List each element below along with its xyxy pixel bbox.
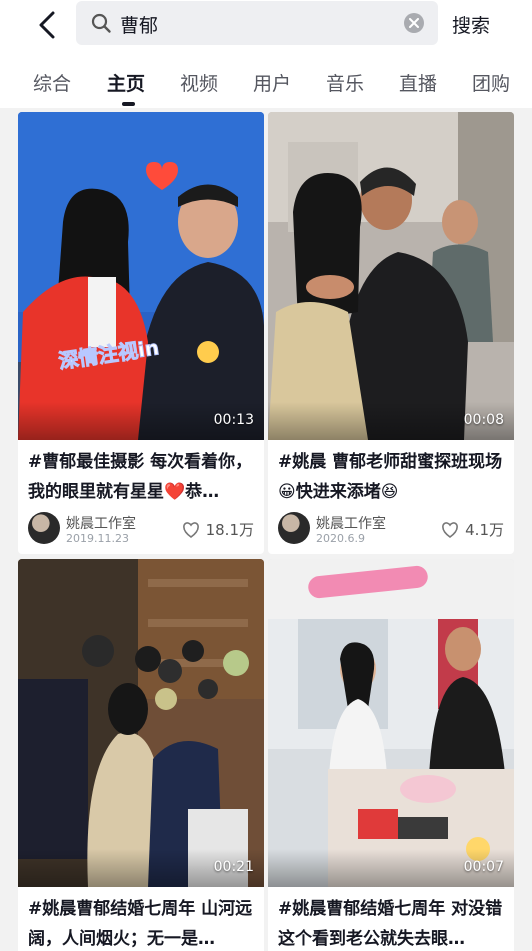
post-date: 2020.6.9 bbox=[316, 532, 365, 545]
video-card[interactable]: 00:21 #姚晨曹郁结婚七周年 山河远阔，人间烟火；无一是… bbox=[18, 559, 264, 951]
heart-icon bbox=[182, 521, 200, 538]
top-bar: 曹郁 搜索 bbox=[0, 0, 532, 50]
search-input[interactable]: 曹郁 bbox=[76, 1, 438, 45]
avatar[interactable] bbox=[278, 512, 310, 544]
video-card[interactable]: 00:08 #姚晨 曹郁老师甜蜜探班现场😀快进来添堵😆 姚晨工作室 2020.6… bbox=[268, 112, 514, 554]
tab-live[interactable]: 直播 bbox=[399, 69, 437, 96]
video-duration: 00:07 bbox=[463, 859, 504, 875]
tab-homepage[interactable]: 主页 bbox=[107, 69, 145, 96]
back-button[interactable] bbox=[30, 8, 64, 42]
author-name[interactable]: 姚晨工作室 bbox=[316, 513, 386, 533]
video-title[interactable]: #姚晨曹郁结婚七周年 对没错这个看到老公就失去眼… bbox=[278, 894, 508, 951]
video-title[interactable]: #姚晨 曹郁老师甜蜜探班现场😀快进来添堵😆 bbox=[278, 447, 508, 507]
active-tab-indicator bbox=[122, 102, 135, 106]
post-date: 2019.11.23 bbox=[66, 532, 129, 545]
video-title[interactable]: #姚晨曹郁结婚七周年 山河远阔，人间烟火；无一是… bbox=[28, 894, 258, 951]
tab-comprehensive[interactable]: 综合 bbox=[33, 69, 71, 96]
search-icon bbox=[91, 13, 111, 33]
author-name[interactable]: 姚晨工作室 bbox=[66, 513, 136, 533]
chevron-left-icon bbox=[39, 11, 55, 39]
like-count-value: 4.1万 bbox=[465, 521, 504, 539]
video-duration: 00:21 bbox=[213, 859, 254, 875]
like-count-value: 18.1万 bbox=[205, 521, 254, 539]
like-count[interactable]: 4.1万 bbox=[441, 519, 504, 540]
tab-video[interactable]: 视频 bbox=[180, 69, 218, 96]
avatar[interactable] bbox=[28, 512, 60, 544]
video-thumbnail[interactable]: 00:21 bbox=[18, 559, 264, 887]
video-duration: 00:13 bbox=[213, 412, 254, 428]
like-count[interactable]: 18.1万 bbox=[182, 519, 254, 540]
tab-group-buy[interactable]: 团购 bbox=[472, 69, 510, 96]
video-card[interactable]: 深情注视in 00:13 #曹郁最佳摄影 每次看着你，我的眼里就有星星❤️恭… … bbox=[18, 112, 264, 554]
tab-bar: 综合 主页 视频 用户 音乐 直播 团购 bbox=[0, 50, 532, 108]
video-thumbnail[interactable]: 00:08 bbox=[268, 112, 514, 440]
video-thumbnail[interactable]: 00:07 bbox=[268, 559, 514, 887]
video-card[interactable]: 00:07 #姚晨曹郁结婚七周年 对没错这个看到老公就失去眼… bbox=[268, 559, 514, 951]
search-query: 曹郁 bbox=[120, 15, 159, 37]
video-title[interactable]: #曹郁最佳摄影 每次看着你，我的眼里就有星星❤️恭… bbox=[28, 447, 258, 507]
tab-music[interactable]: 音乐 bbox=[326, 69, 364, 96]
heart-icon bbox=[441, 521, 459, 538]
video-thumbnail[interactable]: 深情注视in 00:13 bbox=[18, 112, 264, 440]
tab-users[interactable]: 用户 bbox=[253, 69, 291, 96]
video-duration: 00:08 bbox=[463, 412, 504, 428]
search-button[interactable]: 搜索 bbox=[452, 11, 490, 38]
clear-icon[interactable] bbox=[404, 13, 424, 33]
